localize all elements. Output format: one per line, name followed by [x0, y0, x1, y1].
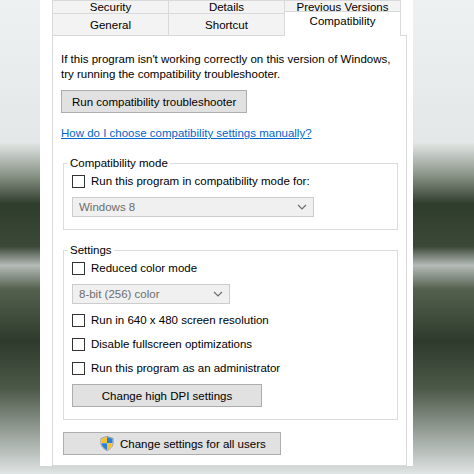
checkbox-label: Run this program as an administrator: [91, 362, 280, 374]
group-box: Compatibility mode Run this program in co…: [63, 157, 398, 230]
shield-icon: [100, 436, 114, 451]
dpi-settings-button[interactable]: Change high DPI settings: [72, 384, 262, 407]
checkbox-label: Run in 640 x 480 screen resolution: [91, 314, 269, 326]
tab[interactable]: Security: [52, 0, 169, 13]
dropdown[interactable]: Windows 8: [72, 197, 314, 217]
checkbox-row[interactable]: Run this program in compatibility mode f…: [72, 173, 310, 189]
all-users-button[interactable]: Change settings for all users: [63, 432, 281, 455]
background-photo: SecurityDetailsPrevious VersionsGeneralS…: [0, 0, 474, 474]
chevron-down-icon: [213, 291, 223, 297]
tab-panel: If this program isn't working correctly …: [52, 35, 407, 466]
group-box: Settings Reduced color mode 8-bit (256) co…: [63, 244, 398, 420]
tab-row: GeneralShortcutCompatibility: [52, 13, 400, 35]
tab[interactable]: Compatibility: [284, 11, 401, 36]
checkbox-row[interactable]: Reduced color mode: [72, 260, 197, 276]
checkbox[interactable]: [72, 314, 85, 327]
checkbox[interactable]: [72, 338, 85, 351]
tab[interactable]: Shortcut: [168, 13, 285, 35]
checkbox[interactable]: [72, 175, 85, 188]
tab[interactable]: General: [52, 13, 169, 35]
dropdown-value: Windows 8: [79, 201, 135, 213]
dropdown[interactable]: 8-bit (256) color: [72, 284, 230, 304]
troubleshooter-button[interactable]: Run compatibility troubleshooter: [61, 90, 247, 113]
group-title: Settings: [68, 244, 114, 256]
group-title: Compatibility mode: [68, 157, 170, 169]
checkbox[interactable]: [72, 362, 85, 375]
checkbox-row[interactable]: Run in 640 x 480 screen resolution: [72, 312, 269, 328]
checkbox-label: Reduced color mode: [91, 262, 197, 274]
checkbox[interactable]: [72, 262, 85, 275]
tab-bar: SecurityDetailsPrevious VersionsGeneralS…: [52, 0, 400, 35]
properties-dialog: SecurityDetailsPrevious VersionsGeneralS…: [40, 0, 413, 466]
tab[interactable]: Details: [168, 0, 285, 13]
checkbox-label: Disable fullscreen optimizations: [91, 338, 252, 350]
checkbox-label: Run this program in compatibility mode f…: [91, 175, 310, 187]
chevron-down-icon: [297, 204, 307, 210]
help-link[interactable]: How do I choose compatibility settings m…: [61, 126, 312, 141]
checkbox-row[interactable]: Disable fullscreen optimizations: [72, 336, 252, 352]
checkbox-row[interactable]: Run this program as an administrator: [72, 360, 280, 376]
dropdown-value: 8-bit (256) color: [79, 288, 160, 300]
intro-text: If this program isn't working correctly …: [61, 52, 398, 82]
